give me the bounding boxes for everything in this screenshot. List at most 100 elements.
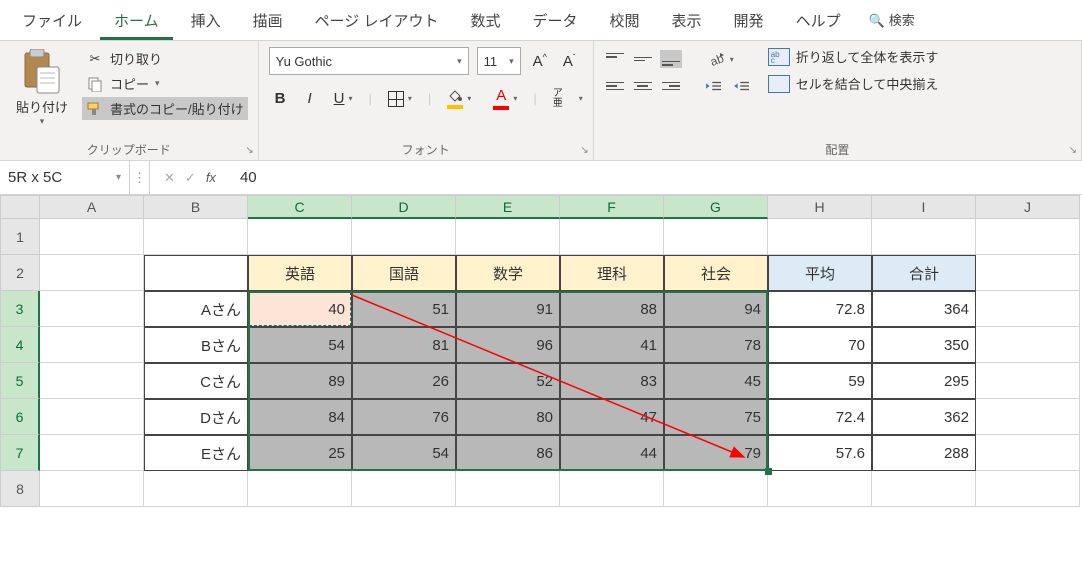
tab-developer[interactable]: 開発 [720,4,778,40]
cell[interactable]: 合計 [872,255,976,291]
tab-formulas[interactable]: 数式 [456,4,514,40]
cell[interactable]: 79 [664,435,768,471]
cell[interactable] [248,471,352,507]
cell[interactable] [40,363,144,399]
cell[interactable]: 理科 [560,255,664,291]
cell[interactable]: Aさん [144,291,248,327]
row-header[interactable]: 8 [0,471,40,507]
cell[interactable]: 52 [456,363,560,399]
column-header[interactable]: G [664,195,768,219]
cell[interactable] [976,399,1080,435]
cell[interactable]: 47 [560,399,664,435]
column-header[interactable]: D [352,195,456,219]
cell[interactable]: 86 [456,435,560,471]
cancel-icon[interactable]: ✕ [164,170,175,186]
align-top-button[interactable] [604,50,626,68]
cell[interactable] [976,327,1080,363]
cell[interactable]: 59 [768,363,872,399]
cell[interactable]: 84 [248,399,352,435]
cell[interactable]: 362 [872,399,976,435]
cell[interactable] [40,291,144,327]
cell[interactable]: Cさん [144,363,248,399]
cell[interactable]: 364 [872,291,976,327]
cell[interactable]: 54 [352,435,456,471]
cell[interactable]: 75 [664,399,768,435]
cell[interactable] [456,219,560,255]
cell[interactable] [976,471,1080,507]
cell[interactable]: 44 [560,435,664,471]
cell[interactable]: 45 [664,363,768,399]
cell[interactable] [976,363,1080,399]
merge-center-button[interactable]: セルを結合して中央揃え [768,74,939,93]
cell[interactable] [768,471,872,507]
bold-button[interactable]: B [269,86,292,111]
cell[interactable]: 91 [456,291,560,327]
cell[interactable]: 81 [352,327,456,363]
decrease-font-button[interactable]: Aˇ [559,51,580,72]
cell[interactable]: 数学 [456,255,560,291]
select-all-corner[interactable] [0,195,40,219]
formula-input[interactable]: 40 [230,169,1082,186]
cell[interactable] [144,219,248,255]
cell[interactable] [664,471,768,507]
cell[interactable] [456,471,560,507]
enter-icon[interactable]: ✓ [185,170,196,186]
alignment-launcher-icon[interactable]: ↘ [1069,145,1077,156]
tab-view[interactable]: 表示 [658,4,716,40]
cell[interactable] [976,291,1080,327]
cell[interactable]: 社会 [664,255,768,291]
cell[interactable]: 平均 [768,255,872,291]
row-header[interactable]: 5 [0,363,40,399]
underline-button[interactable]: U▾ [328,86,359,111]
border-button[interactable]: ▾ [382,87,418,111]
cell[interactable]: 72.4 [768,399,872,435]
cell[interactable]: 40 [248,291,352,327]
tab-data[interactable]: データ [519,4,592,40]
cell[interactable] [40,471,144,507]
cell[interactable] [352,219,456,255]
align-center-button[interactable] [632,77,654,95]
cell[interactable]: 57.6 [768,435,872,471]
cell[interactable]: 41 [560,327,664,363]
cell[interactable]: 国語 [352,255,456,291]
cell[interactable]: 94 [664,291,768,327]
cell[interactable]: 295 [872,363,976,399]
cell[interactable] [976,219,1080,255]
cell[interactable] [40,219,144,255]
cell[interactable] [144,471,248,507]
increase-font-button[interactable]: A^ [529,50,551,72]
orientation-button[interactable]: ab▾ [702,47,740,71]
row-header[interactable]: 2 [0,255,40,291]
format-painter-button[interactable]: 書式のコピー/貼り付け [82,97,248,120]
increase-indent-button[interactable] [730,77,752,95]
column-header[interactable]: C [248,195,352,219]
cell[interactable]: 76 [352,399,456,435]
align-bottom-button[interactable] [660,50,682,68]
column-header[interactable]: F [560,195,664,219]
font-name-select[interactable]: Yu Gothic ▾ [269,47,469,75]
paste-button[interactable]: 貼り付け ▾ [10,47,74,127]
cell[interactable] [872,219,976,255]
column-header[interactable]: J [976,195,1080,219]
align-right-button[interactable] [660,77,682,95]
cell[interactable]: 72.8 [768,291,872,327]
cell[interactable] [560,471,664,507]
align-left-button[interactable] [604,77,626,95]
cell[interactable] [664,219,768,255]
copy-button[interactable]: コピー ▾ [82,72,248,95]
tab-review[interactable]: 校閲 [596,4,654,40]
cell[interactable] [352,471,456,507]
row-header[interactable]: 4 [0,327,40,363]
cell[interactable] [144,255,248,291]
cell[interactable]: 25 [248,435,352,471]
cell[interactable]: 70 [768,327,872,363]
cell[interactable]: 英語 [248,255,352,291]
cell[interactable] [768,219,872,255]
cell[interactable]: 288 [872,435,976,471]
cell[interactable] [976,255,1080,291]
cell[interactable] [40,255,144,291]
fx-icon[interactable]: fx [206,170,216,185]
cell[interactable] [872,471,976,507]
row-header[interactable]: 1 [0,219,40,255]
font-size-select[interactable]: 11 ▾ [477,47,521,75]
